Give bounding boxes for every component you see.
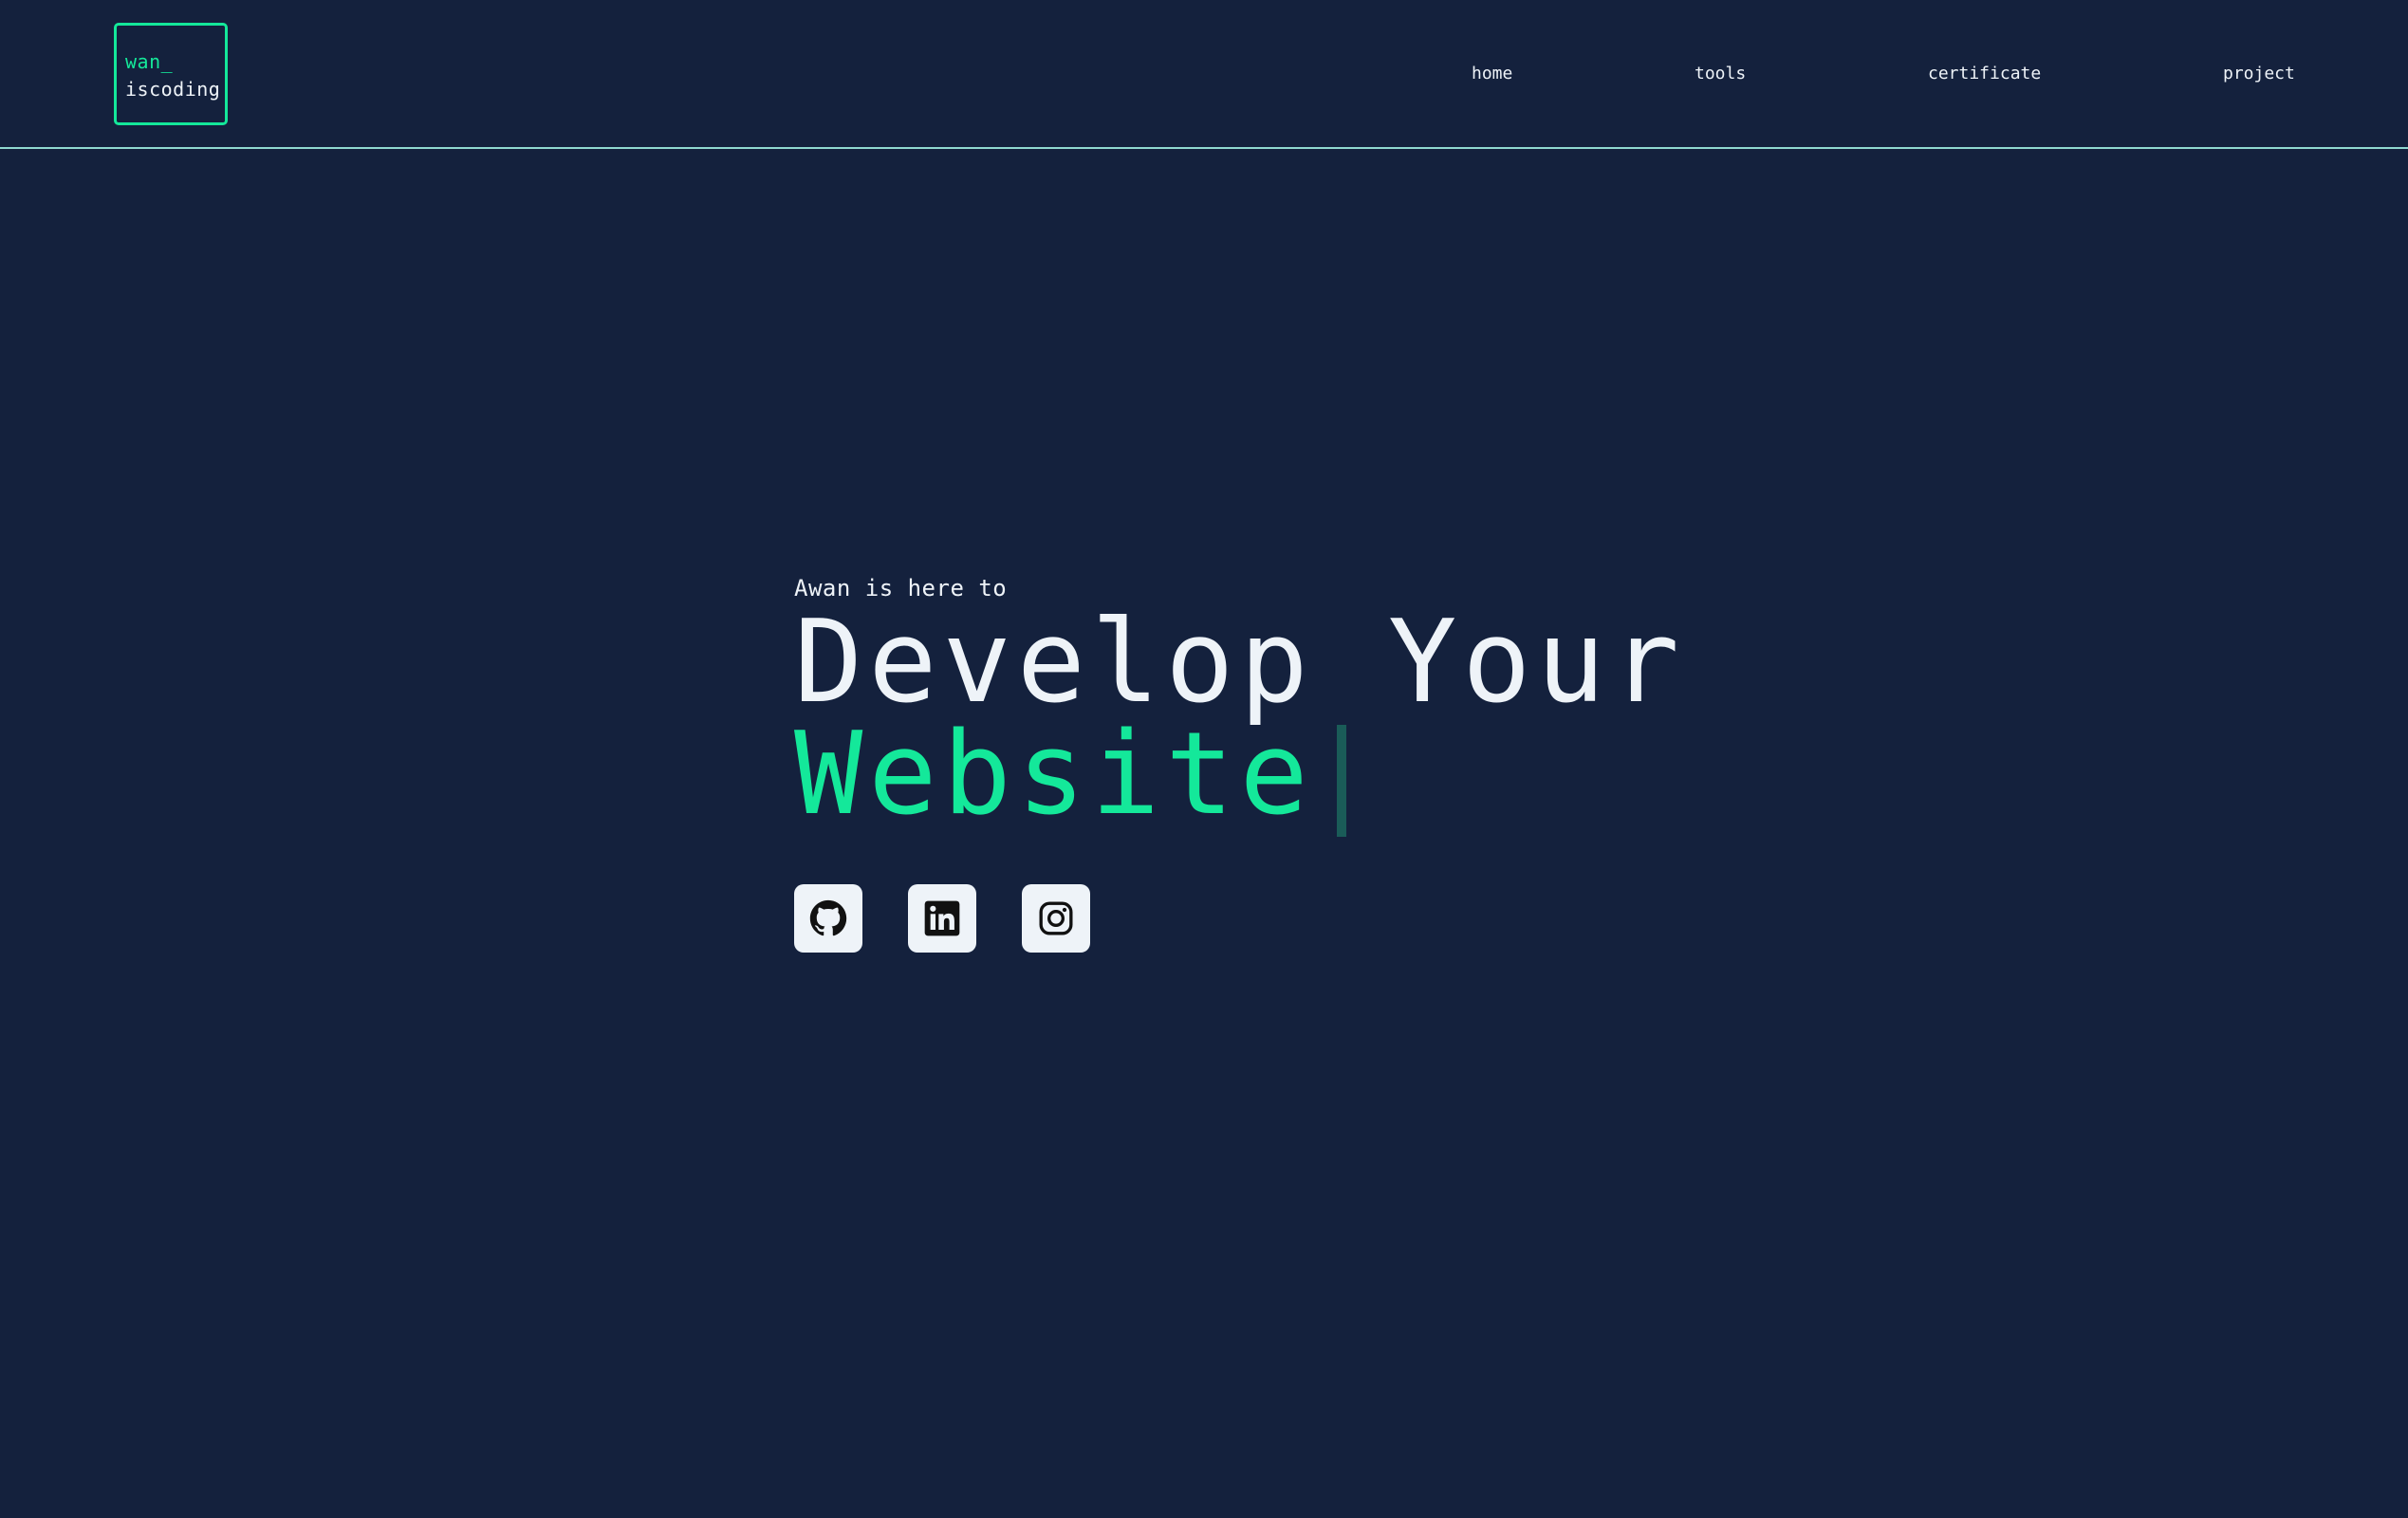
instagram-icon [1039,901,1073,935]
nav-links: home tools certificate project [0,63,2408,85]
github-icon [809,899,847,936]
nav-home[interactable]: home [1472,63,1512,85]
hero-title-line2: Website [794,718,1685,837]
typing-cursor [1336,725,1346,837]
nav-certificate[interactable]: certificate [1928,63,2041,85]
nav-project[interactable]: project [2223,63,2295,85]
hero: Awan is here to Develop Your Website [794,573,1685,837]
nav-tools[interactable]: tools [1695,63,1746,85]
navbar: wan_ iscoding home tools certificate pro… [0,0,2408,149]
hero-title-line1: Develop Your [794,597,1685,729]
instagram-button[interactable] [1022,884,1090,953]
hero-title-highlight: Website [794,709,1314,841]
github-button[interactable] [794,884,862,953]
hero-title: Develop Your Website [794,597,1685,837]
linkedin-icon [924,900,960,936]
linkedin-button[interactable] [908,884,976,953]
